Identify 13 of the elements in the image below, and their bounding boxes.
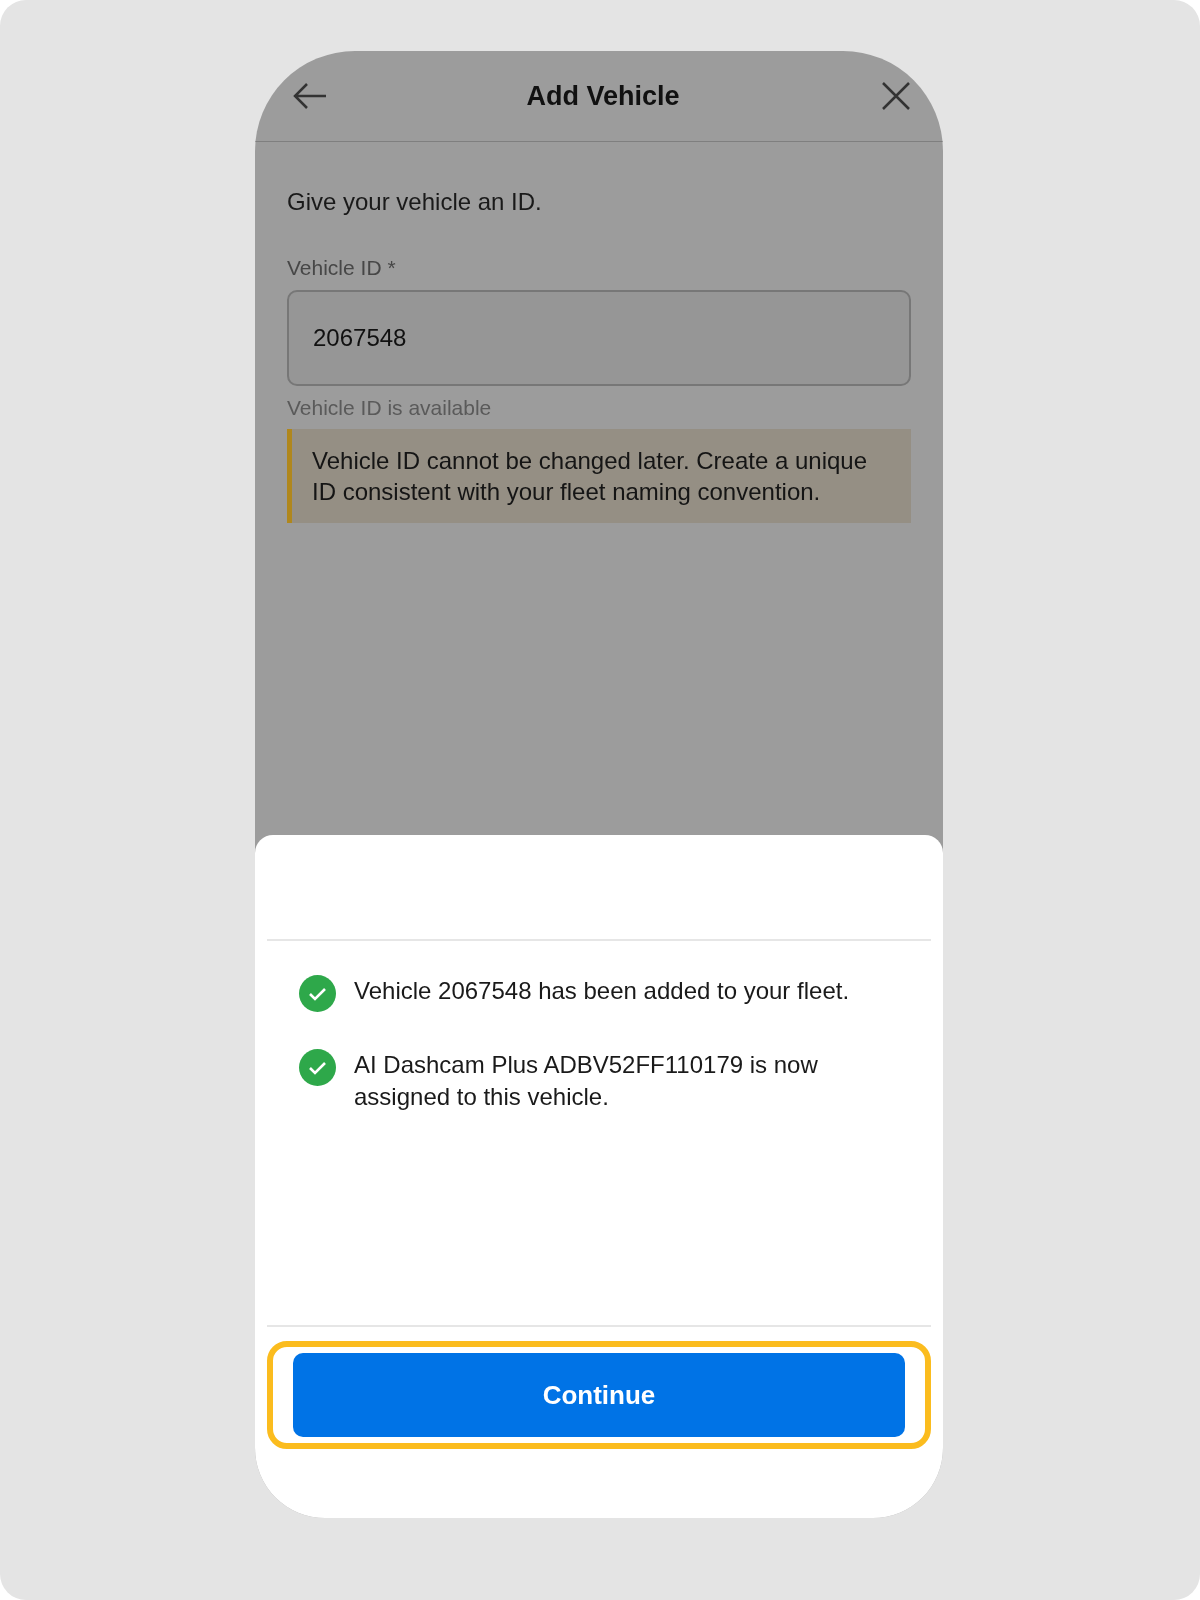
- close-icon: [881, 81, 911, 111]
- intro-text: Give your vehicle an ID.: [287, 188, 543, 216]
- field-label: Vehicle ID *: [287, 256, 397, 280]
- check-circle-icon: [299, 1049, 336, 1086]
- continue-button[interactable]: Continue: [293, 1353, 905, 1437]
- success-message: AI Dashcam Plus ADBV52FF110179 is now assigned to this vehicle.: [354, 1050, 819, 1112]
- screen-title: Add Vehicle: [526, 80, 680, 112]
- warning-message: Vehicle ID cannot be changed later. Create a unique ID consistent with your fleet naming convention.: [287, 429, 911, 523]
- vehicle-id-field[interactable]: 2067548: [287, 290, 911, 386]
- helper-text: Vehicle ID is available: [287, 396, 493, 420]
- check-circle-icon: [299, 975, 336, 1012]
- success-message: Vehicle 2067548 has been added to your fleet.: [354, 976, 850, 1006]
- back-arrow-icon: [293, 82, 327, 110]
